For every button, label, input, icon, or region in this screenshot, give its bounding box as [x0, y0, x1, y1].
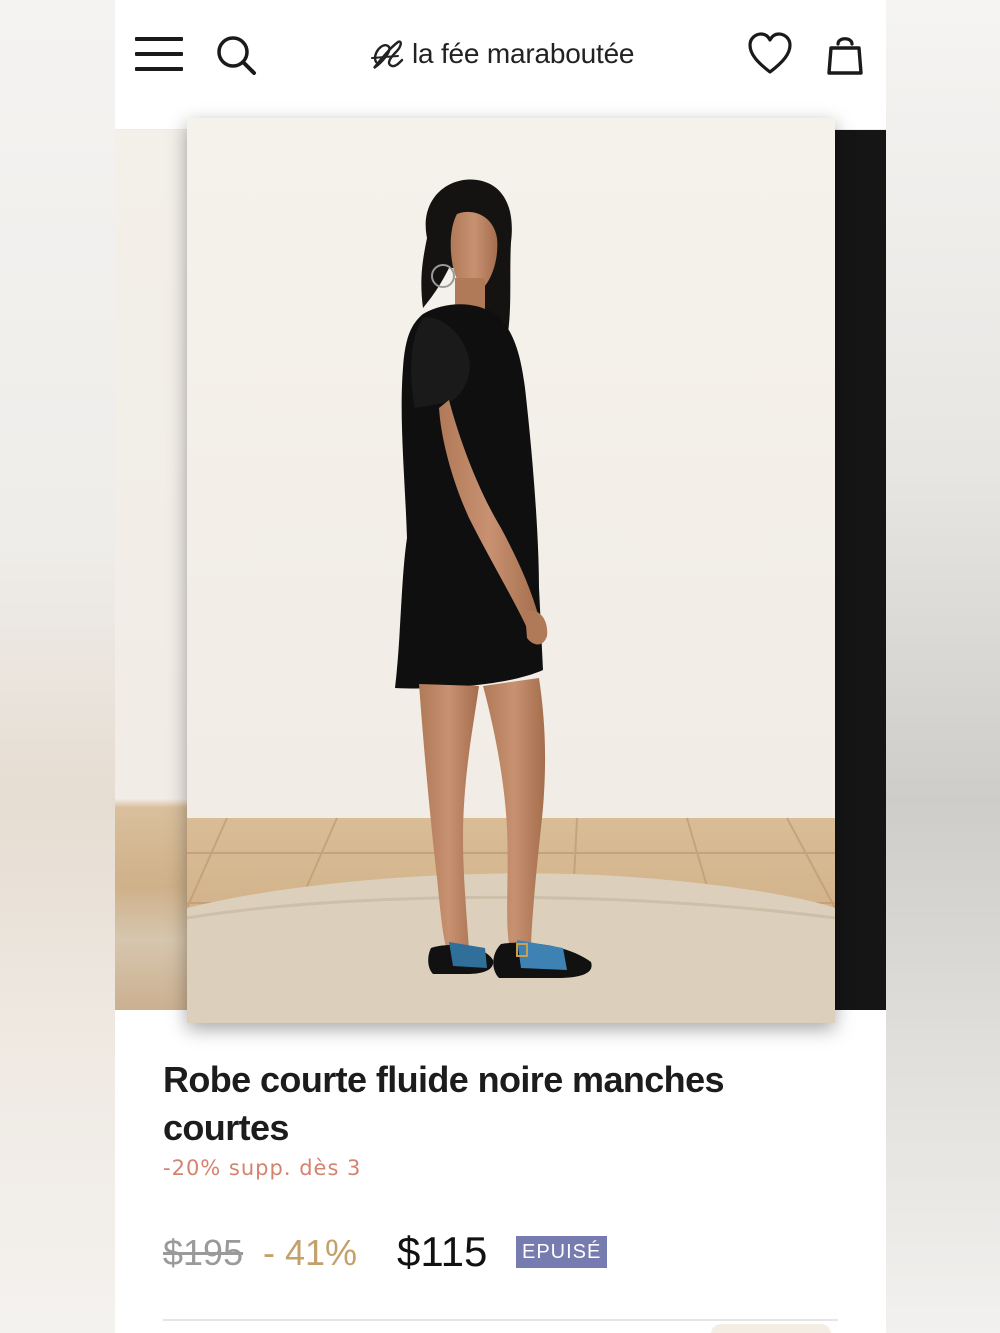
- promo-text: -20% supp. dès 3: [163, 1156, 362, 1180]
- brand-name: la fée maraboutée: [412, 38, 635, 69]
- brand-logo[interactable]: la fée maraboutée: [368, 30, 648, 78]
- product-title: Robe courte fluide noire manches courtes: [163, 1059, 725, 1148]
- blurred-backdrop-right: [886, 0, 1000, 1333]
- product-page: la fée maraboutée Robe courte fluide noi…: [115, 0, 886, 1333]
- product-photo[interactable]: [187, 118, 835, 1023]
- status-badge: EPUISÉ: [516, 1236, 608, 1268]
- discount-percent: - 41%: [263, 1232, 358, 1273]
- search-icon[interactable]: [215, 34, 257, 76]
- floating-pill[interactable]: [711, 1324, 831, 1333]
- section-divider: [163, 1319, 838, 1321]
- site-header: la fée maraboutée: [115, 0, 886, 130]
- carousel-next-slide[interactable]: [835, 130, 886, 1010]
- blurred-backdrop-left: [0, 0, 115, 1333]
- carousel-prev-slide[interactable]: [115, 130, 187, 1010]
- menu-icon[interactable]: [135, 34, 183, 74]
- heart-icon[interactable]: [747, 32, 793, 76]
- bag-icon[interactable]: [825, 32, 865, 76]
- product-image-carousel[interactable]: [115, 118, 886, 1023]
- price-row: $195 - 41% $115 EPUISÉ: [163, 1226, 863, 1278]
- original-price: $195: [163, 1232, 244, 1273]
- brand-monogram-icon: [371, 40, 404, 69]
- sale-price: $115: [397, 1228, 488, 1275]
